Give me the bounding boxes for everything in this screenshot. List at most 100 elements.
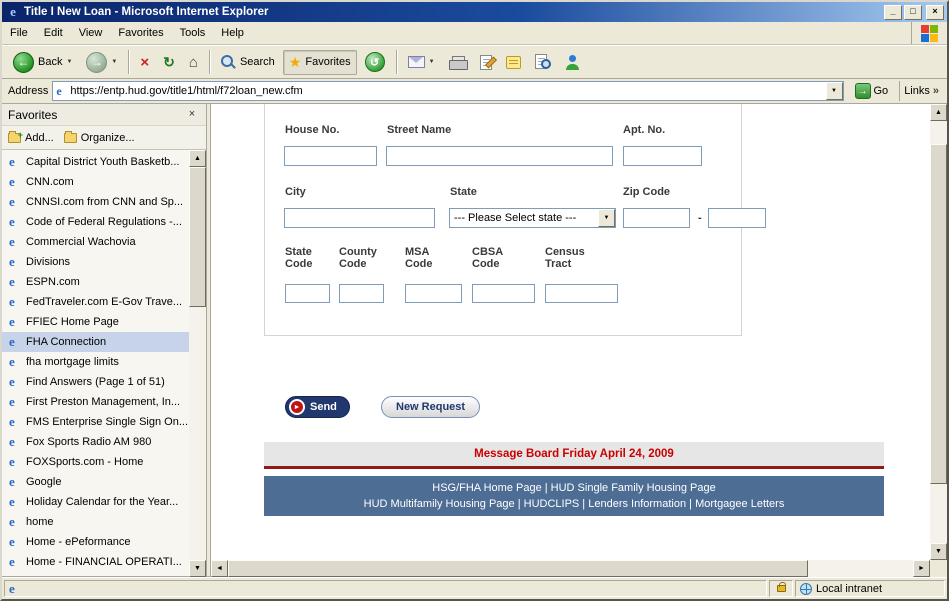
history-button[interactable]: ↺	[359, 48, 391, 76]
footer-link[interactable]: HSG/FHA Home Page	[432, 482, 541, 494]
discuss-button[interactable]	[500, 52, 527, 73]
favorite-item[interactable]: eCapital District Youth Basketb...	[2, 152, 189, 172]
discuss-icon	[506, 56, 521, 69]
favorite-item[interactable]: eDivisions	[2, 252, 189, 272]
state-select[interactable]: --- Please Select state --- ▼	[449, 208, 616, 228]
census-tract-input[interactable]	[545, 284, 618, 303]
toolbar-separator	[396, 50, 397, 74]
street-name-input[interactable]	[386, 146, 613, 166]
favorite-item[interactable]: ehome	[2, 512, 189, 532]
state-code-label: State Code	[285, 246, 327, 270]
refresh-button[interactable]: ↻	[157, 50, 181, 75]
favorite-item[interactable]: eCommercial Wachovia	[2, 232, 189, 252]
horizontal-scrollbar[interactable]: ◄ ►	[211, 560, 930, 577]
messenger-button[interactable]	[559, 51, 586, 74]
menu-edit[interactable]: Edit	[36, 22, 71, 44]
favorites-close-icon[interactable]: ×	[184, 108, 200, 122]
scroll-left-icon[interactable]: ◄	[211, 560, 228, 577]
address-combo[interactable]: e https://entp.hud.gov/title1/html/f72lo…	[52, 81, 843, 101]
msa-code-input[interactable]	[405, 284, 462, 303]
status-zone-pane: Local intranet	[795, 580, 945, 597]
favorite-item[interactable]: eFox Sports Radio AM 980	[2, 432, 189, 452]
research-icon	[535, 54, 551, 70]
address-input[interactable]: https://entp.hud.gov/title1/html/f72loan…	[70, 85, 825, 97]
scrollbar-thumb[interactable]	[189, 167, 206, 307]
scrollbar-thumb[interactable]	[228, 560, 808, 577]
footer-link[interactable]: Lenders Information	[579, 498, 686, 510]
favorite-item[interactable]: eFind Answers (Page 1 of 51)	[2, 372, 189, 392]
back-dropdown-icon: ▼	[66, 59, 72, 65]
menu-help[interactable]: Help	[213, 22, 252, 44]
print-button[interactable]	[443, 52, 472, 73]
scroll-up-icon[interactable]: ▲	[930, 104, 947, 121]
new-request-button[interactable]: New Request	[381, 396, 480, 418]
zip-code-input[interactable]	[623, 208, 690, 228]
favorite-item[interactable]: eHoliday Calendar for the Year...	[2, 492, 189, 512]
scroll-down-icon[interactable]: ▼	[930, 543, 947, 560]
ie-favicon: e	[9, 194, 21, 210]
favorite-item[interactable]: efha mortgage limits	[2, 352, 189, 372]
vertical-scrollbar[interactable]: ▲ ▼	[930, 104, 947, 560]
favorite-item[interactable]: eCNNSI.com from CNN and Sp...	[2, 192, 189, 212]
home-button[interactable]: ⌂	[183, 50, 204, 75]
footer-link[interactable]: HUDCLIPS	[515, 498, 580, 510]
stop-button[interactable]: ×	[134, 50, 155, 75]
menu-favorites[interactable]: Favorites	[110, 22, 171, 44]
state-code-input[interactable]	[285, 284, 330, 303]
favorite-label: Home - ePeformance	[26, 536, 131, 548]
maximize-button[interactable]: □	[904, 5, 922, 20]
send-button[interactable]: ► Send	[285, 396, 350, 418]
menu-file[interactable]: File	[2, 22, 36, 44]
add-folder-icon: +	[8, 133, 21, 143]
mail-button[interactable]: ▼	[402, 52, 441, 72]
favorite-item[interactable]: eFedTraveler.com E-Gov Trave...	[2, 292, 189, 312]
scroll-down-icon[interactable]: ▼	[189, 560, 206, 577]
favorite-item[interactable]: eHome - FINANCIAL OPERATI...	[2, 552, 189, 572]
edit-button[interactable]	[474, 51, 498, 74]
city-input[interactable]	[284, 208, 435, 228]
zip-code-label: Zip Code	[623, 186, 670, 198]
favorite-item[interactable]: eFFIEC Home Page	[2, 312, 189, 332]
county-code-input[interactable]	[339, 284, 384, 303]
house-no-input[interactable]	[284, 146, 377, 166]
back-button[interactable]: ← Back ▼	[7, 48, 78, 77]
favorite-label: Holiday Calendar for the Year...	[26, 496, 178, 508]
scroll-right-icon[interactable]: ►	[913, 560, 930, 577]
favorite-item[interactable]: eHome - ePeformance	[2, 532, 189, 552]
favorite-item[interactable]: eCNN.com	[2, 172, 189, 192]
favorite-item[interactable]: eESPN.com	[2, 272, 189, 292]
favorite-item[interactable]: eFMS Enterprise Single Sign On...	[2, 412, 189, 432]
favorite-item[interactable]: eFOXSports.com - Home	[2, 452, 189, 472]
house-no-label: House No.	[285, 124, 339, 136]
scroll-up-icon[interactable]: ▲	[189, 150, 206, 167]
favorites-scrollbar[interactable]: ▲ ▼	[189, 150, 206, 577]
footer-link[interactable]: HUD Multifamily Housing Page	[364, 498, 515, 510]
scrollbar-thumb[interactable]	[930, 144, 947, 484]
close-button[interactable]: ×	[926, 5, 944, 20]
organize-favorites-button[interactable]: Organize...	[64, 132, 135, 144]
status-main-pane: e	[4, 580, 767, 597]
favorite-item[interactable]: eGoogle	[2, 472, 189, 492]
go-button[interactable]: → Go	[848, 80, 896, 102]
search-button[interactable]: Search	[215, 51, 281, 74]
favorite-item[interactable]: eCode of Federal Regulations -...	[2, 212, 189, 232]
menu-view[interactable]: View	[71, 22, 111, 44]
favorite-item-selected[interactable]: eFHA Connection	[2, 332, 189, 352]
research-button[interactable]	[529, 50, 557, 74]
minimize-button[interactable]: _	[884, 5, 902, 20]
footer-link[interactable]: Mortgagee Letters	[686, 498, 784, 510]
links-toolbar[interactable]: Links »	[899, 81, 943, 101]
favorites-button[interactable]: ★ Favorites	[283, 50, 357, 75]
cbsa-code-input[interactable]	[472, 284, 535, 303]
favorite-label: FOXSports.com - Home	[26, 456, 143, 468]
forward-button[interactable]: → ▼	[80, 48, 123, 77]
address-dropdown-button[interactable]: ▼	[826, 82, 843, 100]
add-favorite-button[interactable]: + Add...	[8, 132, 54, 144]
apt-no-input[interactable]	[623, 146, 702, 166]
zip-plus4-input[interactable]	[708, 208, 766, 228]
state-select-arrow-icon[interactable]: ▼	[598, 209, 615, 227]
menu-tools[interactable]: Tools	[172, 22, 214, 44]
forward-icon: →	[86, 52, 107, 73]
favorite-item[interactable]: eFirst Preston Management, In...	[2, 392, 189, 412]
footer-link[interactable]: HUD Single Family Housing Page	[542, 482, 716, 494]
